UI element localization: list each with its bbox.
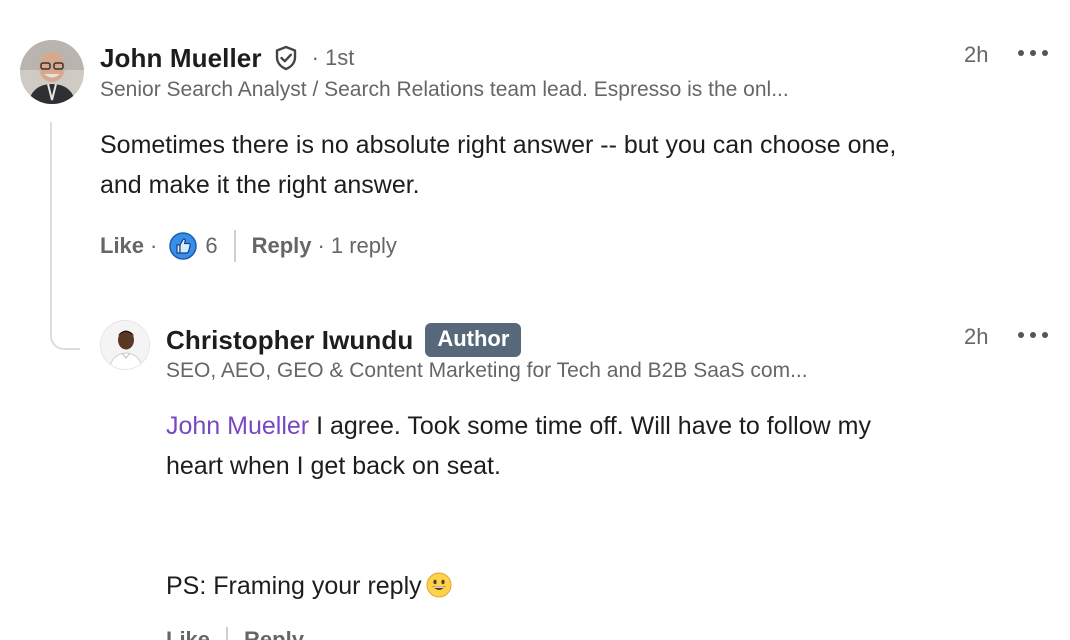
more-horizontal-icon[interactable] bbox=[1018, 330, 1048, 340]
avatar[interactable] bbox=[20, 40, 84, 104]
reply-button[interactable]: Reply bbox=[252, 233, 312, 259]
separator-dot: · bbox=[317, 233, 325, 258]
like-button[interactable]: Like bbox=[100, 233, 144, 259]
reply-text-line: heart when I get back on seat. bbox=[166, 452, 501, 480]
comment-timestamp: 2h bbox=[964, 42, 989, 67]
comment-author-row: John Mueller · 1st bbox=[100, 40, 354, 76]
reply-author-name[interactable]: Christopher Iwundu bbox=[166, 325, 413, 356]
comment-text: Sometimes there is no absolute right ans… bbox=[100, 125, 896, 205]
thread-connector bbox=[50, 122, 80, 350]
reply-text-line: John Mueller I agree. Took some time off… bbox=[166, 406, 871, 446]
comment-author-headline: Senior Search Analyst / Search Relations… bbox=[100, 78, 789, 101]
reply-ps-text: PS: Framing your reply bbox=[166, 572, 422, 600]
shield-check-icon bbox=[272, 44, 300, 72]
reply-timestamp: 2h bbox=[964, 324, 989, 349]
comment-actions: Like · 6 Reply · 1 reply bbox=[100, 228, 397, 264]
reply-author-headline: SEO, AEO, GEO & Content Marketing for Te… bbox=[166, 359, 808, 382]
reply-text: John Mueller I agree. Took some time off… bbox=[166, 406, 871, 606]
connection-degree: · 1st bbox=[311, 45, 355, 70]
comment-text-line: Sometimes there is no absolute right ans… bbox=[100, 131, 897, 159]
grinning-face-emoji bbox=[426, 570, 452, 598]
more-horizontal-icon[interactable] bbox=[1018, 48, 1048, 58]
reply-text-line: PS: Framing your reply bbox=[166, 566, 871, 606]
mention-link[interactable]: John Mueller bbox=[166, 412, 309, 440]
separator-dot: · bbox=[150, 233, 158, 258]
avatar[interactable] bbox=[100, 320, 150, 370]
comment-text-line: and make it the right answer. bbox=[100, 171, 420, 199]
divider bbox=[226, 627, 229, 640]
like-thumb-icon[interactable] bbox=[169, 232, 198, 260]
divider bbox=[233, 230, 236, 262]
reply-count-link[interactable]: 1 reply bbox=[331, 233, 397, 259]
like-button[interactable]: Like bbox=[166, 627, 210, 640]
reply-button[interactable]: Reply bbox=[244, 627, 304, 640]
reply-author-row: Christopher Iwundu Author bbox=[166, 322, 522, 358]
comment-thread: John Mueller · 1st Senior Search Analyst… bbox=[0, 0, 1070, 640]
like-count[interactable]: 6 bbox=[205, 233, 217, 259]
reply-actions: Like Reply bbox=[166, 624, 304, 640]
reply-text-fragment: I agree. Took some time off. Will have t… bbox=[309, 412, 871, 440]
comment-author-name[interactable]: John Mueller bbox=[100, 43, 262, 74]
author-badge: Author bbox=[425, 323, 522, 357]
